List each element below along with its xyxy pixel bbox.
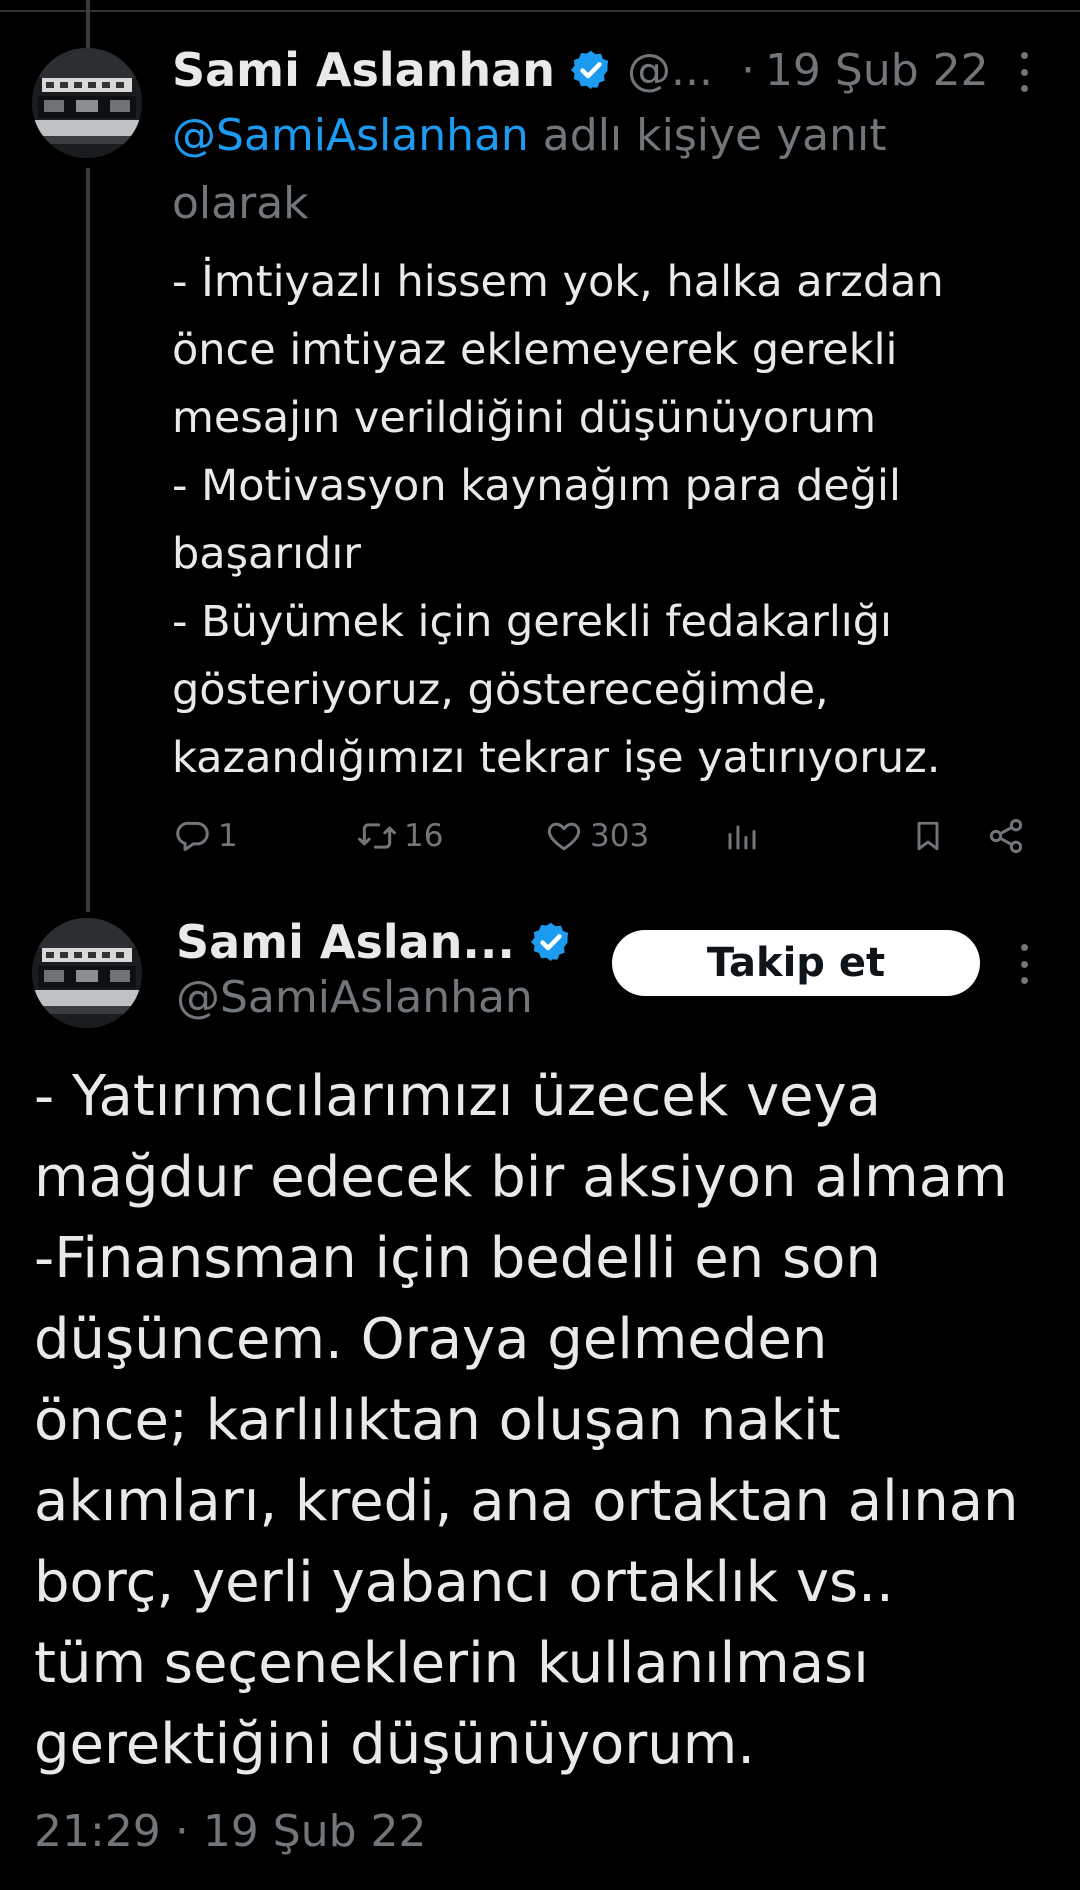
main-tweet-timestamp[interactable]: 21:29 · 19 Şub 22: [34, 1806, 427, 1857]
reply-text-line: kazandığımızı tekrar işe yatırıyoruz.: [172, 733, 941, 783]
verified-badge-icon: [530, 922, 568, 962]
main-text-line: gerektiğini düşünüyorum.: [34, 1712, 756, 1777]
reply-context-text-2: olarak: [172, 178, 309, 229]
share-button[interactable]: [986, 808, 1026, 864]
retweet-count: 16: [404, 818, 444, 854]
reply-text-line: başarıdır: [172, 529, 361, 579]
top-divider: [0, 10, 1080, 12]
main-author-name[interactable]: Sami Aslan...: [176, 915, 515, 969]
views-button[interactable]: [724, 808, 760, 864]
reply-author-name[interactable]: Sami Aslanhan: [172, 43, 555, 97]
thread-line-top: [86, 0, 90, 48]
main-text-line: önce; karlılıktan oluşan nakit: [34, 1388, 841, 1453]
main-text-line: düşüncem. Oraya gelmeden: [34, 1307, 828, 1372]
share-icon: [989, 819, 1023, 853]
reply-tweet-text: - İmtiyazlı hissem yok, halka arzdan önc…: [172, 248, 1052, 792]
main-tweet-author-row: Sami Aslan...: [176, 912, 573, 972]
reply-date-separator: ·: [740, 44, 755, 96]
thread-line: [86, 168, 90, 912]
main-tweet-text: - Yatırımcılarımızı üzecek veya mağdur e…: [34, 1056, 1054, 1785]
main-text-line: akımları, kredi, ana ortaktan alınan: [34, 1469, 1019, 1534]
main-tweet-date: 19 Şub 22: [202, 1806, 427, 1857]
reply-bubble-icon: [176, 821, 209, 851]
reply-button[interactable]: 1: [174, 808, 238, 864]
bookmark-button[interactable]: [910, 808, 946, 864]
reply-text-line: gösteriyoruz, göstereceğimde,: [172, 665, 829, 715]
reply-count: 1: [218, 818, 238, 854]
reply-text-line: mesajın verildiğini düşünüyorum: [172, 393, 877, 443]
reply-text-line: - İmtiyazlı hissem yok, halka arzdan: [172, 257, 944, 307]
reply-author-handle[interactable]: @...: [627, 45, 713, 96]
main-text-line: -Finansman için bedelli en son: [34, 1226, 881, 1291]
reply-tweet-header: Sami Aslanhan @... · 19 Şub 22: [172, 40, 1052, 100]
reply-context-text: adlı kişiye yanıt: [528, 110, 887, 161]
main-tweet-separator: ·: [174, 1806, 189, 1857]
main-text-line: tüm seçeneklerin kullanılması: [34, 1631, 869, 1696]
reply-text-line: - Motivasyon kaynağım para değil: [172, 461, 901, 511]
retweet-icon: [358, 823, 396, 849]
main-text-line: borç, yerli yabancı ortaklık vs..: [34, 1550, 894, 1615]
reply-date[interactable]: 19 Şub 22: [765, 45, 989, 96]
main-author-handle[interactable]: @SamiAslanhan: [176, 972, 533, 1023]
more-vertical-icon[interactable]: [1012, 52, 1036, 92]
bar-chart-icon: [728, 825, 756, 850]
reply-mention-link[interactable]: @SamiAslanhan: [172, 110, 529, 161]
verified-badge-icon: [570, 50, 609, 90]
more-vertical-icon[interactable]: [1012, 944, 1036, 984]
follow-button[interactable]: Takip et: [612, 930, 980, 996]
main-text-line: - Yatırımcılarımızı üzecek veya: [34, 1064, 881, 1129]
like-button[interactable]: 303: [544, 808, 649, 864]
reply-text-line: önce imtiyaz eklemeyerek gerekli: [172, 325, 898, 375]
reply-context: @SamiAslanhan adlı kişiye yanıt olarak: [172, 102, 1032, 238]
bookmark-icon: [917, 821, 939, 851]
retweet-button[interactable]: 16: [356, 808, 443, 864]
reply-text-line: - Büyümek için gerekli fedakarlığı: [172, 597, 892, 647]
main-tweet-time: 21:29: [34, 1806, 161, 1857]
reply-action-bar: 1 16 303: [172, 808, 1032, 864]
heart-icon: [547, 822, 581, 851]
like-count: 303: [590, 818, 650, 854]
main-text-line: mağdur edecek bir aksiyon almam: [34, 1145, 1008, 1210]
reply-author-avatar[interactable]: [32, 48, 142, 158]
main-author-avatar[interactable]: [32, 918, 142, 1028]
